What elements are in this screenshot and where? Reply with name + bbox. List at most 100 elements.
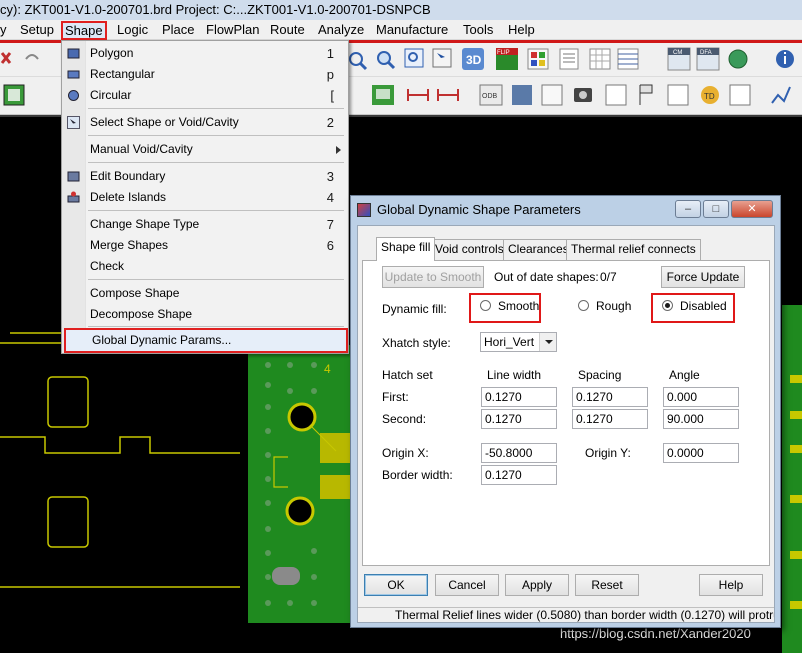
dfa-icon[interactable]: DFA: [696, 47, 720, 71]
first-angle-field[interactable]: 0.000: [663, 387, 739, 407]
smooth-radio[interactable]: [480, 300, 491, 311]
maximize-icon[interactable]: □: [703, 200, 729, 218]
second-angle-field[interactable]: 90.000: [663, 409, 739, 429]
menu-item-global-dynamic-params[interactable]: Global Dynamic Params...: [64, 328, 348, 353]
tab-shape-fill[interactable]: Shape fill: [376, 237, 436, 261]
tab-thermal-relief[interactable]: Thermal relief connects: [566, 239, 701, 260]
zoom-window-icon[interactable]: [404, 48, 424, 68]
minimize-icon[interactable]: –: [675, 200, 701, 218]
select-shape-icon: [67, 116, 80, 129]
3d-view-icon[interactable]: 3D: [462, 48, 484, 70]
polygon-icon: [67, 48, 80, 59]
border-width-label: Border width:: [382, 468, 453, 482]
color-icon[interactable]: [527, 48, 549, 70]
menu-place[interactable]: Place: [162, 22, 195, 39]
info-icon[interactable]: [776, 50, 794, 68]
note-icon[interactable]: [605, 84, 627, 106]
grid-icon[interactable]: [589, 48, 611, 70]
menu-item-manual-void[interactable]: Manual Void/Cavity: [62, 139, 348, 160]
disabled-radio[interactable]: [662, 300, 673, 311]
select-icon[interactable]: [432, 48, 452, 68]
menu-item-change-shape-type[interactable]: Change Shape Type 7: [62, 214, 348, 235]
help-button[interactable]: Help: [699, 574, 763, 596]
close-icon[interactable]: ✕: [731, 200, 773, 218]
second-line-width-field[interactable]: 0.1270: [481, 409, 557, 429]
zoom-fit-icon[interactable]: [377, 51, 396, 70]
second-label: Second:: [382, 412, 427, 426]
menu-help[interactable]: Help: [508, 22, 535, 39]
close-icon[interactable]: [0, 52, 12, 64]
measure-icon[interactable]: [437, 89, 459, 101]
shape-fill-panel: Update to Smooth Out of date shapes: 0/7…: [362, 260, 770, 566]
hatch-set-label: Hatch set: [382, 368, 433, 382]
menu-route[interactable]: Route: [270, 22, 305, 39]
ok-button[interactable]: OK: [364, 574, 428, 596]
origin-y-label: Origin Y:: [585, 446, 631, 460]
route-icon[interactable]: [372, 85, 394, 105]
out-of-date-label: Out of date shapes:: [494, 270, 599, 284]
dialog-title-bar[interactable]: Global Dynamic Shape Parameters – □ ✕: [351, 196, 780, 224]
app-title: cy): ZKT001-V1.0-200701.brd Project: C:.…: [0, 2, 431, 17]
rough-label: Rough: [596, 299, 632, 313]
menu-item-polygon[interactable]: Polygon 1: [62, 43, 348, 64]
menu-tools[interactable]: Tools: [463, 22, 493, 39]
svg-text:CM: CM: [673, 50, 682, 56]
odb-icon[interactable]: ODB: [479, 84, 503, 106]
table-icon[interactable]: [617, 48, 639, 70]
td-icon[interactable]: TD: [701, 86, 719, 104]
svg-text:3D: 3D: [466, 53, 482, 67]
dimension-icon[interactable]: [407, 89, 429, 101]
dot-grid-icon[interactable]: [667, 84, 689, 106]
board-icon[interactable]: [3, 84, 25, 106]
flip-icon[interactable]: FLIP: [496, 48, 518, 70]
spacing-header: Spacing: [578, 368, 622, 382]
menu-item-delete-islands[interactable]: Delete Islands 4: [62, 187, 348, 208]
cancel-button[interactable]: Cancel: [435, 574, 499, 596]
property-icon[interactable]: [559, 48, 579, 70]
menu-item-rectangular[interactable]: Rectangular p: [62, 64, 348, 85]
global-icon[interactable]: [728, 49, 748, 69]
rough-radio[interactable]: [578, 300, 589, 311]
menu-item-decompose-shape[interactable]: Decompose Shape: [62, 304, 348, 325]
xhatch-style-select[interactable]: Hori_Vert: [480, 332, 557, 352]
menu-item-edit-boundary[interactable]: Edit Boundary 3: [62, 166, 348, 187]
menu-flowplan[interactable]: FlowPlan: [206, 22, 259, 39]
second-spacing-field[interactable]: 0.1270: [572, 409, 648, 429]
zoom-icon[interactable]: [349, 52, 368, 71]
first-spacing-field[interactable]: 0.1270: [572, 387, 648, 407]
border-width-field[interactable]: 0.1270: [481, 465, 557, 485]
menu-item-check[interactable]: Check: [62, 256, 348, 277]
flag-icon[interactable]: [639, 84, 653, 105]
artwork-icon[interactable]: [541, 84, 563, 106]
menu-setup[interactable]: Setup: [20, 22, 54, 39]
matrix-icon[interactable]: [729, 84, 751, 106]
first-line-width-field[interactable]: 0.1270: [481, 387, 557, 407]
book-icon[interactable]: [512, 85, 532, 105]
menu-item-compose-shape[interactable]: Compose Shape: [62, 283, 348, 304]
reset-button[interactable]: Reset: [575, 574, 639, 596]
tab-void-controls[interactable]: Void controls: [430, 239, 509, 260]
menu-item-circular[interactable]: Circular [: [62, 85, 348, 106]
undo-icon[interactable]: [25, 54, 39, 60]
menu-manufacture[interactable]: Manufacture: [376, 22, 448, 39]
force-update-button[interactable]: Force Update: [661, 266, 745, 288]
menu-analyze[interactable]: Analyze: [318, 22, 364, 39]
chart-icon[interactable]: [771, 86, 791, 104]
first-label: First:: [382, 390, 409, 404]
menu-shape[interactable]: Shape: [61, 21, 107, 40]
dynamic-fill-label: Dynamic fill:: [382, 302, 447, 316]
menu-item-select-shape[interactable]: Select Shape or Void/Cavity 2: [62, 112, 348, 133]
update-to-smooth-button[interactable]: Update to Smooth: [382, 266, 484, 288]
origin-x-field[interactable]: -50.8000: [481, 443, 557, 463]
menu-logic[interactable]: Logic: [117, 22, 148, 39]
camera-icon[interactable]: [574, 88, 592, 102]
origin-y-field[interactable]: 0.0000: [663, 443, 739, 463]
menu-item-merge-shapes[interactable]: Merge Shapes 6: [62, 235, 348, 256]
menu-partial[interactable]: y: [0, 22, 7, 39]
apply-button[interactable]: Apply: [505, 574, 569, 596]
component-manager-icon[interactable]: CM: [667, 47, 691, 71]
tab-clearances[interactable]: Clearances: [503, 239, 574, 260]
disabled-label: Disabled: [680, 299, 727, 313]
status-message: Thermal Relief lines wider (0.5080) than…: [395, 608, 774, 622]
edit-boundary-icon: [67, 171, 80, 182]
